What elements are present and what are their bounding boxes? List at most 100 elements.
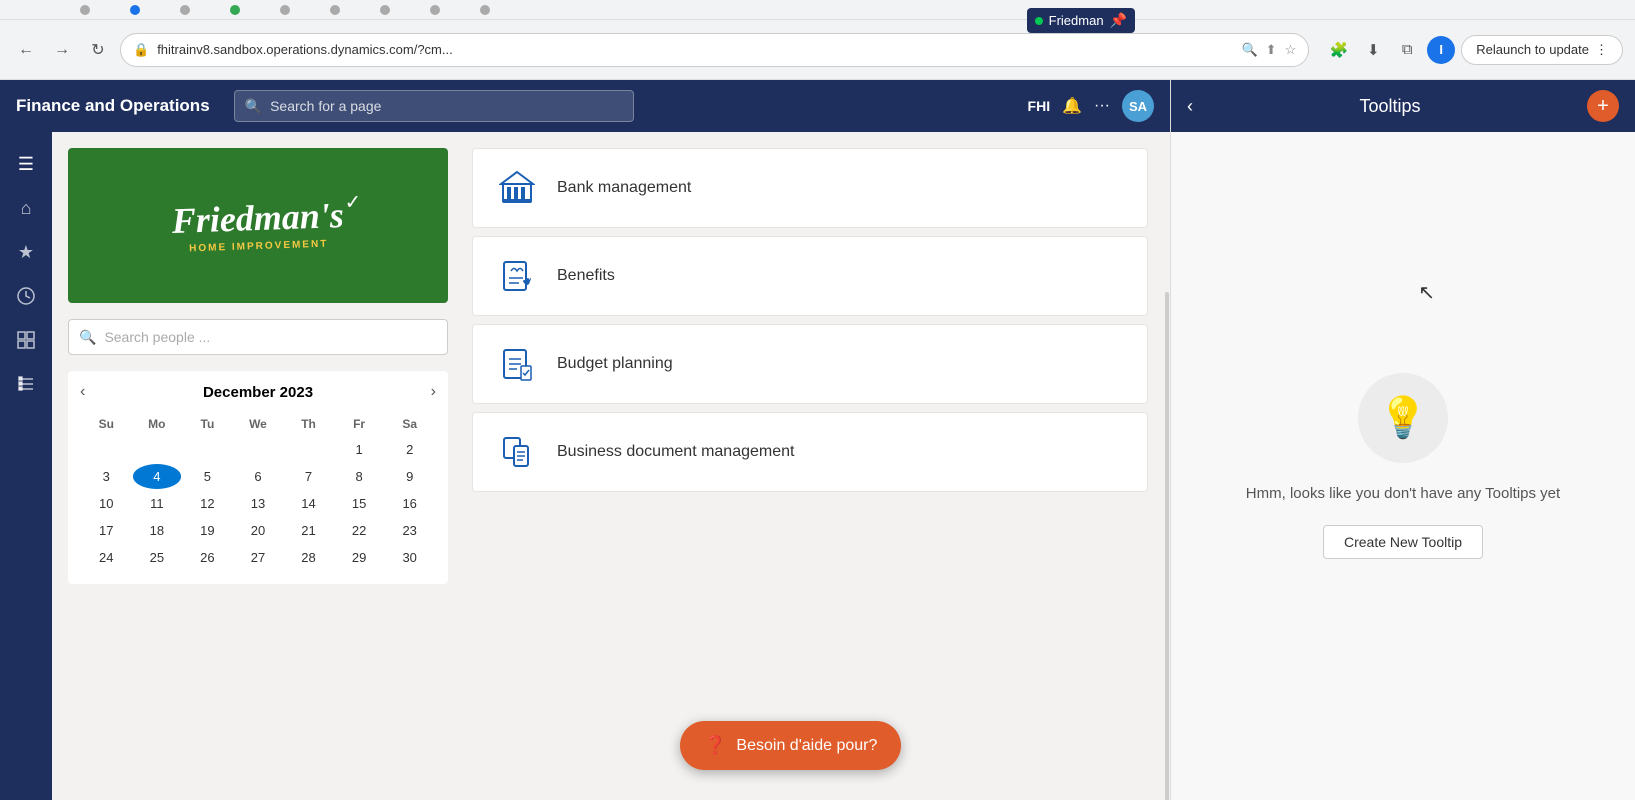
calendar-next-button[interactable]: ›: [431, 383, 436, 401]
cal-day-23[interactable]: 23: [385, 518, 434, 543]
cal-day-6[interactable]: 6: [234, 464, 283, 489]
sidebar-item-menu[interactable]: ☰: [6, 144, 46, 184]
url-text: fhitrainv8.sandbox.operations.dynamics.c…: [157, 42, 1233, 57]
create-tooltip-button[interactable]: Create New Tooltip: [1323, 525, 1483, 559]
calendar-prev-button[interactable]: ‹: [80, 383, 85, 401]
menu-dots-icon: ⋮: [1595, 42, 1608, 58]
tab-dot-1: [80, 5, 90, 15]
relaunch-label: Relaunch to update: [1476, 42, 1589, 57]
cal-day-14[interactable]: 14: [284, 491, 333, 516]
extension-title: Friedman: [1049, 13, 1104, 28]
cal-day-12[interactable]: 12: [183, 491, 232, 516]
search-people-input[interactable]: 🔍 Search people ...: [68, 319, 448, 355]
cal-day-11[interactable]: 11: [133, 491, 182, 516]
cal-day-26[interactable]: 26: [183, 545, 232, 570]
cal-day-20[interactable]: 20: [234, 518, 283, 543]
lock-icon: 🔒: [133, 42, 149, 58]
share-icon: ⬆: [1266, 42, 1277, 58]
cal-day-16[interactable]: 16: [385, 491, 434, 516]
bookmark-icon: ☆: [1285, 42, 1297, 58]
bank-management-label: Bank management: [557, 179, 691, 197]
cal-dow-tu: Tu: [183, 413, 232, 435]
tab-dot-9: [480, 5, 490, 15]
cal-dow-sa: Sa: [385, 413, 434, 435]
cal-dow-th: Th: [284, 413, 333, 435]
address-bar[interactable]: 🔒 fhitrainv8.sandbox.operations.dynamics…: [120, 33, 1309, 67]
cal-day-10[interactable]: 10: [82, 491, 131, 516]
top-navigation: Finance and Operations 🔍 Search for a pa…: [0, 80, 1170, 132]
cal-day-3[interactable]: 3: [82, 464, 131, 489]
relaunch-button[interactable]: Relaunch to update ⋮: [1461, 35, 1623, 65]
cal-dow-fr: Fr: [335, 413, 384, 435]
cal-day-18[interactable]: 18: [133, 518, 182, 543]
tooltips-empty-state: ↖ 💡 Hmm, looks like you don't have any T…: [1171, 132, 1635, 800]
cal-day-21[interactable]: 21: [284, 518, 333, 543]
modules-panel: Bank management Benefits: [472, 148, 1148, 784]
left-sidebar: ☰ ⌂ ★: [0, 132, 52, 800]
extension-status-indicator: [1035, 17, 1043, 25]
benefits-label: Benefits: [557, 267, 615, 285]
cal-day-empty: [234, 437, 283, 462]
module-card-bank-management[interactable]: Bank management: [472, 148, 1148, 228]
cal-day-8[interactable]: 8: [335, 464, 384, 489]
forward-button[interactable]: →: [48, 36, 76, 64]
org-label: FHI: [1028, 98, 1051, 114]
search-icon: 🔍: [245, 98, 262, 115]
cal-day-22[interactable]: 22: [335, 518, 384, 543]
plus-icon: +: [1597, 95, 1609, 118]
tooltips-empty-message: Hmm, looks like you don't have any Toolt…: [1246, 483, 1560, 506]
cal-day-4[interactable]: 4: [133, 464, 182, 489]
more-options-button[interactable]: ···: [1094, 97, 1110, 115]
downloads-button[interactable]: ⬇: [1359, 36, 1387, 64]
cal-day-13[interactable]: 13: [234, 491, 283, 516]
bank-management-icon: [497, 170, 537, 206]
main-content: Friedman's ✓ HOME IMPROVEMENT 🔍 Search p…: [52, 132, 1164, 800]
back-button[interactable]: ←: [12, 36, 40, 64]
tooltips-back-button[interactable]: ‹: [1187, 96, 1193, 117]
sidebar-item-favorites[interactable]: ★: [6, 232, 46, 272]
notifications-button[interactable]: 🔔: [1062, 96, 1082, 116]
brand-name: Friedman's: [171, 195, 344, 241]
sidebar-item-list[interactable]: [6, 364, 46, 404]
reload-button[interactable]: ↻: [84, 36, 112, 64]
cal-day-29[interactable]: 29: [335, 545, 384, 570]
tab-dot-8: [430, 5, 440, 15]
help-button[interactable]: ❓ Besoin d'aide pour?: [680, 721, 901, 770]
tooltips-add-button[interactable]: +: [1587, 90, 1619, 122]
sidebar-item-workspaces[interactable]: [6, 320, 46, 360]
calendar-grid: SuMoTuWeThFrSa 1234567891011121314151617…: [80, 411, 436, 572]
cal-day-27[interactable]: 27: [234, 545, 283, 570]
cal-day-5[interactable]: 5: [183, 464, 232, 489]
cal-day-17[interactable]: 17: [82, 518, 131, 543]
tab-dot-6: [330, 5, 340, 15]
cal-dow-su: Su: [82, 413, 131, 435]
cal-day-1[interactable]: 1: [335, 437, 384, 462]
cal-day-25[interactable]: 25: [133, 545, 182, 570]
help-label: Besoin d'aide pour?: [736, 737, 877, 755]
tooltips-panel: Friedman 📌 ‹ Tooltips + ↖ 💡 Hmm, looks l…: [1170, 80, 1635, 800]
cal-day-30[interactable]: 30: [385, 545, 434, 570]
browser-profile[interactable]: I: [1427, 36, 1455, 64]
cal-day-15[interactable]: 15: [335, 491, 384, 516]
cal-day-28[interactable]: 28: [284, 545, 333, 570]
sidebar-item-recent[interactable]: [6, 276, 46, 316]
cal-day-19[interactable]: 19: [183, 518, 232, 543]
page-search-bar[interactable]: 🔍 Search for a page: [234, 90, 634, 122]
sidebar-item-home[interactable]: ⌂: [6, 188, 46, 228]
app-title: Finance and Operations: [16, 96, 210, 116]
scrollbar[interactable]: [1165, 292, 1169, 800]
cal-day-9[interactable]: 9: [385, 464, 434, 489]
module-card-budget-planning[interactable]: Budget planning: [472, 324, 1148, 404]
calendar-title: December 2023: [203, 384, 313, 401]
extensions-button[interactable]: 🧩: [1325, 36, 1353, 64]
left-panel: Friedman's ✓ HOME IMPROVEMENT 🔍 Search p…: [68, 148, 448, 784]
tab-dot-2: [130, 5, 140, 15]
cal-day-24[interactable]: 24: [82, 545, 131, 570]
tooltips-header: Friedman 📌 ‹ Tooltips +: [1171, 80, 1635, 132]
cal-day-7[interactable]: 7: [284, 464, 333, 489]
user-avatar[interactable]: SA: [1122, 90, 1154, 122]
window-split-button[interactable]: ⧉: [1393, 36, 1421, 64]
module-card-business-document-management[interactable]: Business document management: [472, 412, 1148, 492]
module-card-benefits[interactable]: Benefits: [472, 236, 1148, 316]
cal-day-2[interactable]: 2: [385, 437, 434, 462]
